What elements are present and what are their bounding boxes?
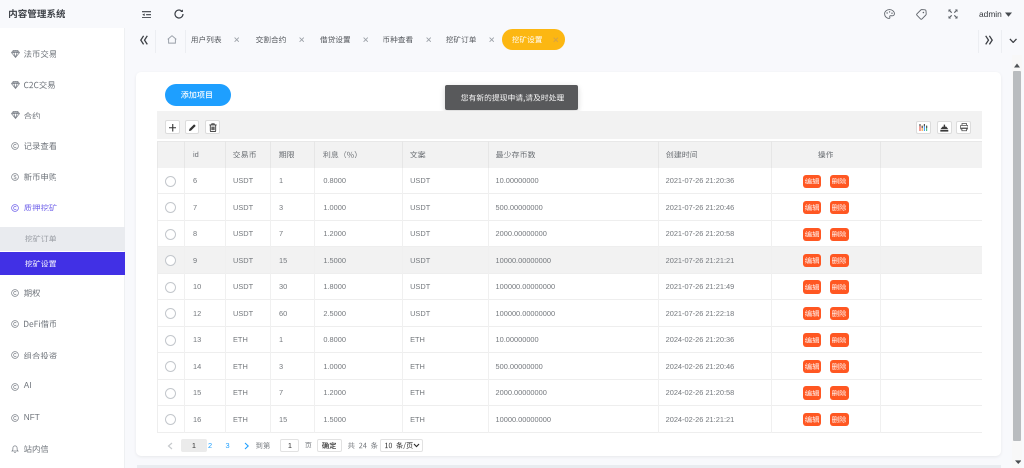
- svg-text:$: $: [14, 175, 17, 181]
